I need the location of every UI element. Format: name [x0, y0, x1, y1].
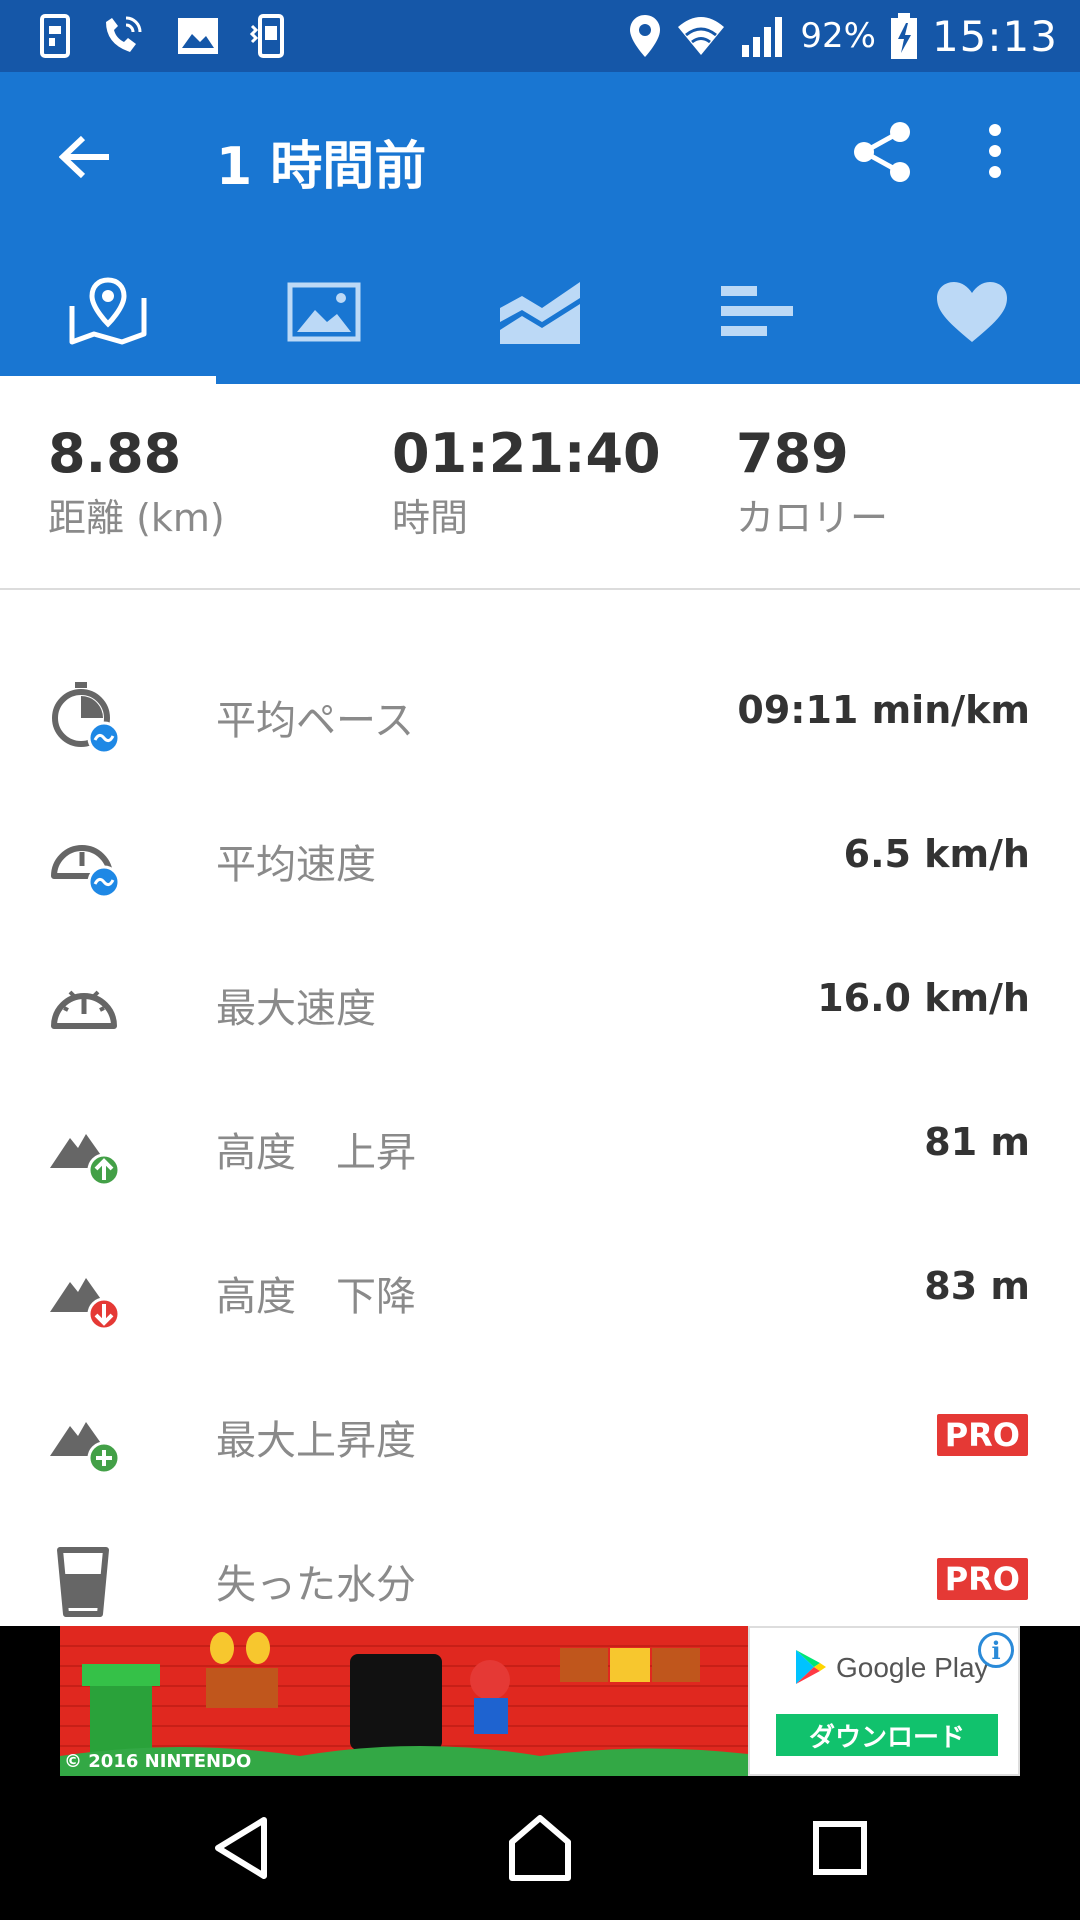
summary-calories: 789 カロリー — [736, 422, 888, 542]
wifi-calling-icon — [106, 16, 142, 52]
avg-pace-icon — [52, 682, 121, 755]
summary-section: 8.88 距離 (km) 01:21:40 時間 789 カロリー — [0, 384, 1080, 590]
summary-distance: 8.88 距離 (km) — [48, 422, 225, 542]
nav-recents-button[interactable] — [800, 1808, 880, 1888]
stat-label: 平均速度 — [216, 842, 376, 888]
area-chart-icon — [500, 282, 580, 344]
google-play-icon — [796, 1650, 826, 1684]
sim-icon — [40, 14, 70, 58]
map-pin-icon — [69, 277, 147, 345]
vibrate-icon — [249, 14, 284, 58]
bars-icon — [721, 286, 793, 336]
stat-row-avg-pace: 平均ペース 09:11 min/km — [0, 644, 1080, 788]
heart-icon — [937, 282, 1007, 342]
stat-row-water-lost: 失った水分 PRO — [0, 1508, 1080, 1626]
tab-heart[interactable] — [864, 240, 1080, 384]
stat-value: 83 m — [924, 1264, 1030, 1308]
photo-icon — [287, 282, 361, 342]
stat-value: 81 m — [924, 1120, 1030, 1164]
nav-recents-icon — [813, 1821, 867, 1875]
stat-row-max-elevation: 最大上昇度 PRO — [0, 1364, 1080, 1508]
ad-copyright: © 2016 NINTENDO — [64, 1751, 252, 1772]
back-button[interactable] — [50, 122, 120, 192]
download-button[interactable]: ダウンロード — [776, 1714, 998, 1756]
tab-bar — [0, 240, 1080, 384]
google-play-label: Google Play — [836, 1652, 989, 1683]
stat-row-max-speed: 最大速度 16.0 km/h — [0, 932, 1080, 1076]
stat-value: 09:11 min/km — [737, 688, 1030, 732]
avg-speed-icon — [51, 845, 121, 899]
system-nav-bar — [0, 1778, 1080, 1920]
duration-value: 01:21:40 — [392, 422, 661, 485]
ad-banner[interactable]: © 2016 NINTENDO Google Play ダウンロード i — [0, 1626, 1080, 1778]
tab-charts[interactable] — [432, 240, 648, 384]
battery-percent: 92% — [800, 16, 876, 56]
max-speed-icon — [51, 990, 117, 1029]
tab-splits[interactable] — [648, 240, 864, 384]
distance-value: 8.88 — [48, 422, 182, 485]
calories-label: カロリー — [736, 496, 889, 540]
water-glass-icon — [57, 1547, 109, 1617]
summary-duration: 01:21:40 時間 — [392, 422, 661, 542]
selected-tab-indicator — [0, 376, 216, 384]
image-icon — [178, 18, 218, 54]
nav-back-icon — [215, 1817, 267, 1879]
stat-label: 高度 上昇 — [216, 1130, 416, 1176]
nav-back-button[interactable] — [200, 1808, 280, 1888]
location-icon — [630, 15, 661, 57]
ad-image[interactable]: © 2016 NINTENDO — [60, 1626, 748, 1776]
stat-label: 高度 下降 — [216, 1274, 416, 1320]
ad-store-panel[interactable]: Google Play ダウンロード i — [748, 1626, 1020, 1776]
nav-home-button[interactable] — [500, 1808, 580, 1888]
clock: 15:13 — [931, 11, 1058, 61]
more-options-button[interactable] — [985, 124, 1035, 194]
page-title: 1 時間前 — [216, 137, 427, 197]
elevation-loss-icon — [50, 1278, 121, 1331]
activity-detail: 8.88 距離 (km) 01:21:40 時間 789 カロリー 平均ペース … — [0, 384, 1080, 1626]
more-vert-icon — [989, 124, 1001, 178]
status-bar: 92% 15:13 — [0, 0, 1080, 72]
wifi-icon — [678, 17, 725, 55]
elevation-gain-icon — [50, 1134, 121, 1187]
stat-row-elevation-loss: 高度 下降 83 m — [0, 1220, 1080, 1364]
ad-info-icon[interactable]: i — [978, 1632, 1014, 1668]
stat-label: 最大上昇度 — [216, 1418, 416, 1464]
arrow-back-icon — [59, 135, 109, 179]
share-button[interactable] — [852, 120, 926, 194]
duration-label: 時間 — [392, 496, 469, 540]
stat-value: 16.0 km/h — [817, 976, 1030, 1020]
tab-map[interactable] — [0, 240, 216, 384]
distance-label: 距離 (km) — [48, 496, 225, 540]
stat-value: 6.5 km/h — [843, 832, 1030, 876]
tab-photos[interactable] — [216, 240, 432, 384]
nav-home-icon — [509, 1815, 571, 1881]
stat-label: 失った水分 — [216, 1562, 416, 1608]
signal-icon — [742, 17, 783, 57]
stat-label: 最大速度 — [216, 986, 376, 1032]
calories-value: 789 — [736, 422, 849, 485]
stat-label: 平均ペース — [216, 698, 414, 744]
stat-row-avg-speed: 平均速度 6.5 km/h — [0, 788, 1080, 932]
pro-badge[interactable]: PRO — [936, 1414, 1028, 1456]
stat-row-elevation-gain: 高度 上昇 81 m — [0, 1076, 1080, 1220]
share-icon — [854, 122, 910, 182]
battery-charging-icon — [890, 13, 917, 59]
pro-badge[interactable]: PRO — [936, 1558, 1028, 1600]
max-elevation-icon — [50, 1422, 121, 1475]
